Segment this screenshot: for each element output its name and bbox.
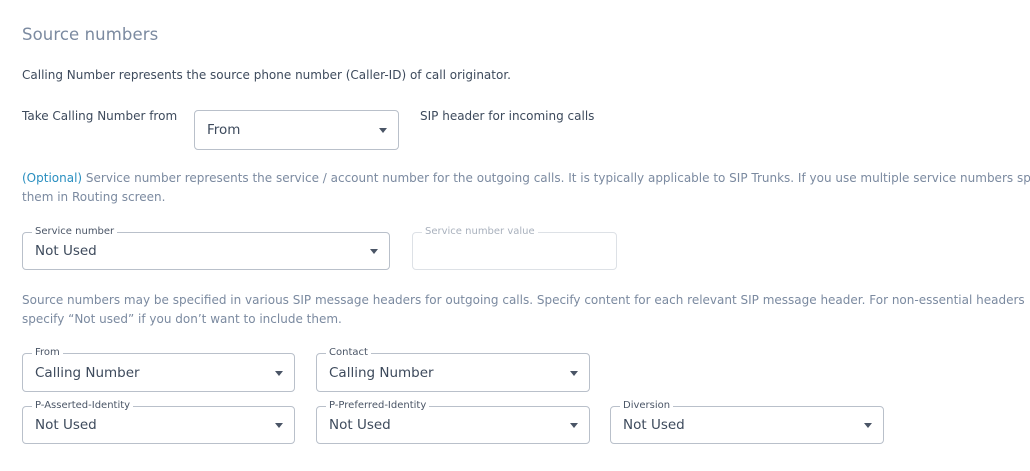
service-number-description-line2: them in Routing screen. bbox=[22, 190, 166, 204]
select-value: Not Used bbox=[623, 417, 685, 433]
contact-header-label: Contact bbox=[326, 346, 371, 360]
chevron-down-icon bbox=[275, 370, 283, 376]
chevron-down-icon bbox=[570, 370, 578, 376]
chevron-down-icon bbox=[370, 249, 378, 254]
service-number-value-label: Service number value bbox=[422, 225, 538, 239]
service-number-value-field: Service number value bbox=[412, 225, 617, 270]
chevron-down-icon bbox=[570, 423, 578, 428]
optional-tag: (Optional) bbox=[22, 171, 83, 185]
calling-number-description: Calling Number represents the source pho… bbox=[22, 68, 511, 82]
chevron-down-icon bbox=[864, 423, 872, 428]
from-header-label: From bbox=[32, 346, 63, 360]
select-value: From bbox=[207, 122, 241, 138]
p-asserted-identity-select[interactable]: P-Asserted-Identity Not Used bbox=[22, 399, 295, 444]
p-asserted-identity-label: P-Asserted-Identity bbox=[32, 399, 134, 413]
section-title: Source numbers bbox=[22, 25, 159, 44]
p-preferred-identity-select[interactable]: P-Preferred-Identity Not Used bbox=[316, 399, 590, 444]
contact-header-select[interactable]: Contact Calling Number bbox=[316, 346, 590, 392]
p-preferred-identity-label: P-Preferred-Identity bbox=[326, 399, 430, 413]
chevron-down-icon bbox=[275, 423, 283, 428]
service-number-description: (Optional) Service number represents the… bbox=[22, 169, 1030, 188]
calling-number-source-select[interactable]: From bbox=[194, 110, 399, 150]
select-value: Not Used bbox=[35, 243, 97, 259]
headers-description-line2: specify “Not used” if you don’t want to … bbox=[22, 312, 342, 326]
diversion-select[interactable]: Diversion Not Used bbox=[610, 399, 884, 444]
service-number-label: Service number bbox=[32, 225, 118, 239]
service-number-select[interactable]: Service number Not Used bbox=[22, 225, 390, 270]
select-value: Calling Number bbox=[35, 364, 140, 381]
take-calling-number-label: Take Calling Number from bbox=[22, 109, 178, 123]
chevron-down-icon bbox=[379, 128, 387, 133]
from-header-select[interactable]: From Calling Number bbox=[22, 346, 295, 392]
sip-header-suffix-label: SIP header for incoming calls bbox=[420, 109, 595, 123]
select-value: Calling Number bbox=[329, 364, 434, 381]
headers-description: Source numbers may be specified in vario… bbox=[22, 293, 1025, 307]
diversion-label: Diversion bbox=[620, 399, 674, 413]
select-value: Not Used bbox=[329, 417, 391, 433]
select-value: Not Used bbox=[35, 417, 97, 433]
service-description-line1: Service number represents the service / … bbox=[82, 171, 1030, 185]
